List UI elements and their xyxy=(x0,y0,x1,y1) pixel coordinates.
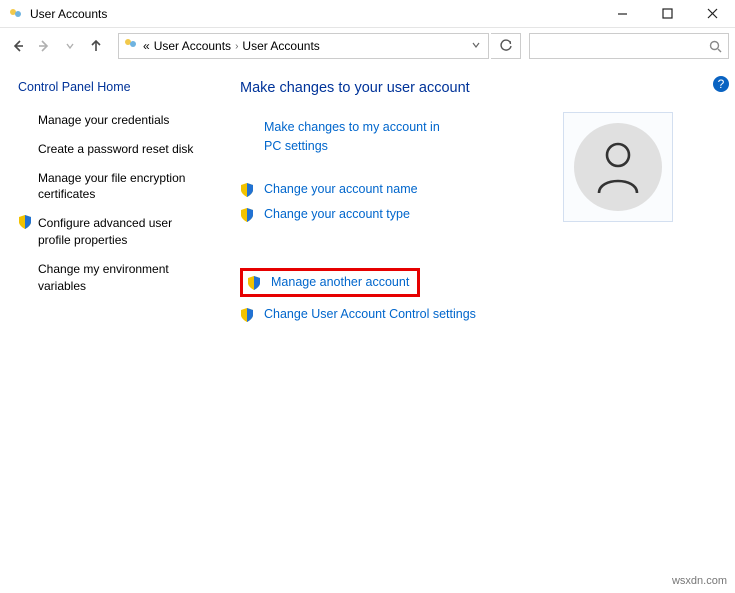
link-label: Change User Account Control settings xyxy=(264,307,476,321)
sidebar: Control Panel Home Manage your credentia… xyxy=(12,80,212,322)
chevron-right-icon: › xyxy=(235,41,238,52)
main-heading: Make changes to your user account xyxy=(240,80,723,96)
link-uac-settings[interactable]: Change User Account Control settings xyxy=(240,307,476,322)
avatar-icon xyxy=(574,123,662,211)
highlight-box: Manage another account xyxy=(240,268,420,297)
maximize-button[interactable] xyxy=(645,0,690,27)
sidebar-manage-credentials[interactable]: Manage your credentials xyxy=(18,112,196,129)
sidebar-home-link[interactable]: Control Panel Home xyxy=(18,80,196,94)
sidebar-item-label: Create a password reset disk xyxy=(38,141,193,158)
forward-button[interactable] xyxy=(32,34,56,58)
window-title: User Accounts xyxy=(30,7,600,21)
address-bar[interactable]: « User Accounts › User Accounts xyxy=(118,33,489,59)
shield-icon xyxy=(247,275,261,290)
sidebar-item-label: Manage your credentials xyxy=(38,112,169,129)
link-label: Change your account type xyxy=(264,207,410,221)
content-area: Control Panel Home Manage your credentia… xyxy=(0,64,735,334)
sidebar-item-label: Manage your file encryption certificates xyxy=(38,170,196,204)
breadcrumb-prefix: « xyxy=(143,39,150,53)
breadcrumb-2[interactable]: User Accounts xyxy=(242,39,319,53)
breadcrumb-1[interactable]: User Accounts xyxy=(154,39,231,53)
sidebar-environment-vars[interactable]: Change my environment variables xyxy=(18,261,196,295)
title-bar: User Accounts xyxy=(0,0,735,28)
shield-icon xyxy=(18,215,32,229)
shield-icon xyxy=(240,207,254,222)
sidebar-advanced-profile[interactable]: Configure advanced user profile properti… xyxy=(18,215,196,249)
recent-dropdown[interactable] xyxy=(58,34,82,58)
sidebar-item-label: Change my environment variables xyxy=(38,261,196,295)
sidebar-file-encryption[interactable]: Manage your file encryption certificates xyxy=(18,170,196,204)
link-pc-settings[interactable]: Make changes to my account in PC setting… xyxy=(240,118,440,156)
address-dropdown[interactable] xyxy=(468,37,484,55)
breadcrumb-icon xyxy=(123,36,139,57)
link-change-name[interactable]: Change your account name xyxy=(240,182,418,197)
up-button[interactable] xyxy=(84,34,108,58)
link-manage-another-account[interactable]: Manage another account xyxy=(247,275,409,290)
command-bar: « User Accounts › User Accounts xyxy=(0,28,735,64)
link-label: Manage another account xyxy=(271,275,409,289)
back-button[interactable] xyxy=(6,34,30,58)
link-label: Make changes to my account in PC setting… xyxy=(264,118,440,156)
link-change-type[interactable]: Change your account type xyxy=(240,207,410,222)
minimize-button[interactable] xyxy=(600,0,645,27)
search-input[interactable] xyxy=(529,33,729,59)
app-icon xyxy=(8,6,24,22)
sidebar-password-reset-disk[interactable]: Create a password reset disk xyxy=(18,141,196,158)
user-picture-tile[interactable] xyxy=(563,112,673,222)
refresh-button[interactable] xyxy=(491,33,521,59)
link-label: Change your account name xyxy=(264,182,418,196)
sidebar-item-label: Configure advanced user profile properti… xyxy=(38,215,196,249)
close-button[interactable] xyxy=(690,0,735,27)
shield-icon xyxy=(240,182,254,197)
main-panel: Make changes to your user account Make c… xyxy=(212,80,723,322)
shield-icon xyxy=(240,307,254,322)
window-controls xyxy=(600,0,735,27)
watermark: wsxdn.com xyxy=(672,575,727,587)
